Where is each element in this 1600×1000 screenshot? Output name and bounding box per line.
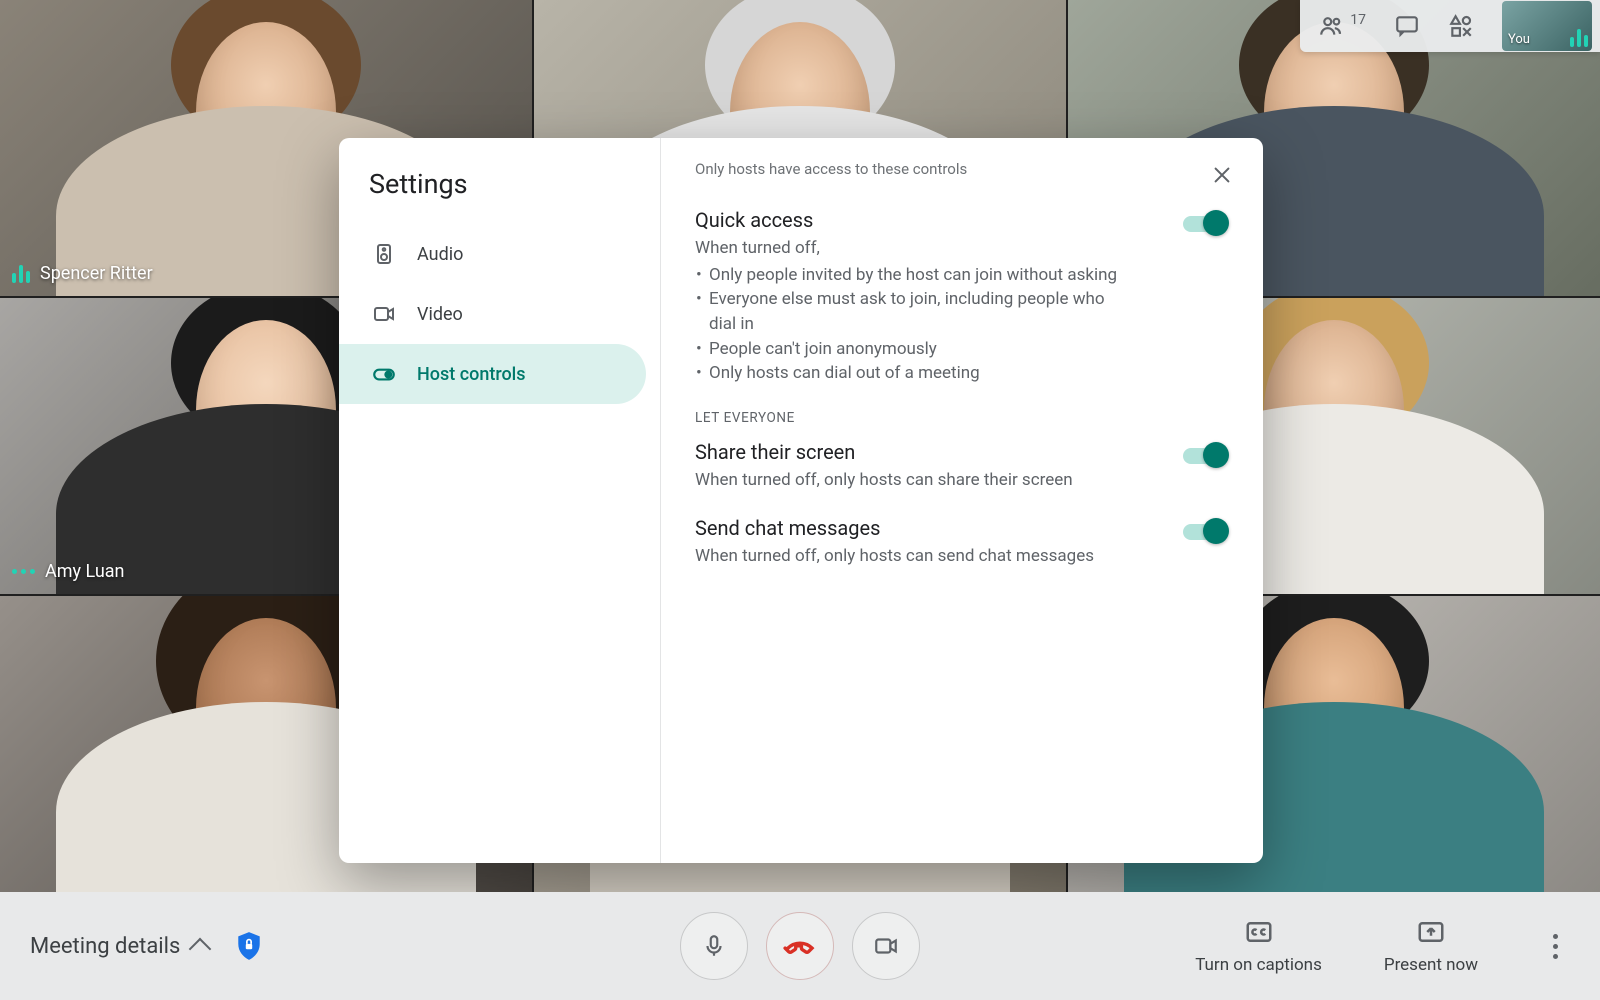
host-only-note: Only hosts have access to these controls (695, 160, 1229, 178)
settings-nav: Settings Audio Video Host (339, 138, 661, 863)
setting-title: Quick access (695, 208, 1135, 232)
settings-title: Settings (339, 168, 660, 224)
leave-call-button[interactable] (766, 912, 834, 980)
share-screen-toggle[interactable] (1183, 442, 1229, 468)
setting-description: When turned off, only hosts can send cha… (695, 544, 1094, 569)
nav-label: Video (417, 304, 463, 325)
present-icon (1416, 917, 1446, 947)
captions-icon (1244, 917, 1274, 947)
mute-mic-button[interactable] (680, 912, 748, 980)
settings-dialog: Settings Audio Video Host (339, 138, 1263, 863)
security-shield-button[interactable] (236, 931, 262, 961)
setting-description: When turned off, Only people invited by … (695, 236, 1135, 386)
speaker-icon (371, 241, 397, 267)
settings-nav-video[interactable]: Video (339, 284, 646, 344)
hangup-icon (783, 929, 817, 963)
more-options-button[interactable] (1540, 934, 1570, 959)
settings-nav-audio[interactable]: Audio (339, 224, 646, 284)
present-button[interactable]: Present now (1384, 917, 1478, 975)
send-chat-toggle[interactable] (1183, 518, 1229, 544)
nav-label: Audio (417, 244, 463, 265)
microphone-icon (701, 933, 727, 959)
meeting-details-label: Meeting details (30, 934, 180, 959)
present-label: Present now (1384, 955, 1478, 975)
toggle-camera-button[interactable] (852, 912, 920, 980)
chevron-up-icon (189, 938, 212, 961)
nav-label: Host controls (417, 364, 526, 385)
settings-content: Only hosts have access to these controls… (661, 138, 1263, 863)
captions-label: Turn on captions (1195, 955, 1322, 975)
close-button[interactable] (1205, 158, 1239, 192)
camera-icon (873, 933, 899, 959)
settings-nav-host-controls[interactable]: Host controls (339, 344, 646, 404)
close-icon (1211, 164, 1233, 186)
setting-share-screen: Share their screen When turned off, only… (695, 440, 1229, 493)
captions-button[interactable]: Turn on captions (1195, 917, 1322, 975)
setting-title: Share their screen (695, 440, 1073, 464)
bottom-bar: Meeting details (0, 892, 1600, 1000)
video-icon (371, 301, 397, 327)
setting-send-chat: Send chat messages When turned off, only… (695, 516, 1229, 569)
section-label: LET EVERYONE (695, 410, 1229, 426)
setting-description: When turned off, only hosts can share th… (695, 468, 1073, 493)
quick-access-toggle[interactable] (1183, 210, 1229, 236)
toggle-icon (371, 361, 397, 387)
setting-quick-access: Quick access When turned off, Only peopl… (695, 208, 1229, 386)
meeting-details-button[interactable]: Meeting details (30, 934, 208, 959)
setting-title: Send chat messages (695, 516, 1094, 540)
